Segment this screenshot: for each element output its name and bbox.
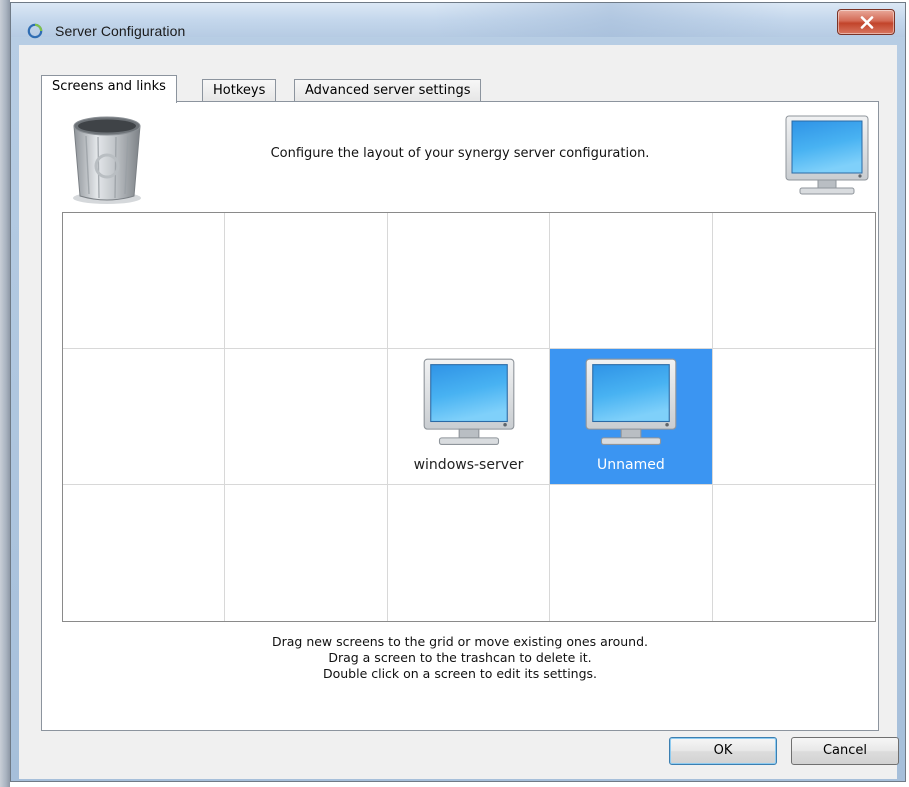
grid-cell[interactable]: windows-server [387, 349, 551, 485]
close-icon [860, 16, 874, 29]
grid-cell[interactable] [63, 213, 226, 349]
dialog-client-area: Screens and links Hotkeys Advanced serve… [19, 45, 899, 779]
help-line: Double click on a screen to edit its set… [322, 666, 598, 681]
monitor-icon [423, 358, 515, 445]
screen-name-label: windows-server [413, 457, 524, 473]
grid-cell[interactable] [550, 485, 713, 621]
help-line: Drag new screens to the grid or move exi… [271, 634, 649, 649]
synergy-app-icon [27, 23, 43, 39]
server-configuration-window: Server Configuration Screens and links H… [10, 2, 906, 782]
screens-and-links-panel: Configure the layout of your synergy ser… [41, 101, 879, 731]
help-text: Drag new screens to the grid or move exi… [42, 634, 878, 682]
close-button[interactable] [837, 9, 895, 35]
grid-cell[interactable] [225, 349, 388, 485]
screen-name-label: Unnamed [597, 457, 665, 473]
grid-cell[interactable] [63, 485, 226, 621]
title-bar-glow [431, 3, 791, 37]
tab-hotkeys[interactable]: Hotkeys [202, 79, 277, 103]
grid-cell[interactable] [550, 213, 713, 349]
ok-button[interactable]: OK [669, 737, 777, 765]
monitor-icon [585, 358, 677, 445]
grid-cell[interactable] [388, 485, 551, 621]
help-line: Drag a screen to the trashcan to delete … [328, 650, 592, 665]
window-title: Server Configuration [55, 23, 186, 39]
screen-windows-server[interactable]: windows-server [388, 349, 549, 484]
grid-cell[interactable] [712, 213, 875, 349]
cancel-button[interactable]: Cancel [791, 737, 899, 765]
tab-screens-and-links[interactable]: Screens and links [41, 75, 177, 103]
grid-cell[interactable] [712, 349, 875, 485]
grid-cell[interactable] [225, 485, 388, 621]
desktop-background [0, 0, 10, 787]
screen-layout-grid[interactable]: windows-server Unnamed [62, 212, 876, 622]
screen-unnamed[interactable]: Unnamed [550, 349, 712, 484]
grid-cell[interactable] [63, 349, 226, 485]
panel-heading: Configure the layout of your synergy ser… [270, 146, 650, 161]
grid-cell[interactable] [387, 213, 551, 349]
monitor-icon[interactable] [784, 114, 870, 200]
grid-cell[interactable]: Unnamed [550, 349, 713, 485]
grid-cell[interactable] [225, 213, 388, 349]
tab-advanced-server-settings[interactable]: Advanced server settings [294, 79, 482, 103]
grid-cell[interactable] [713, 485, 875, 621]
